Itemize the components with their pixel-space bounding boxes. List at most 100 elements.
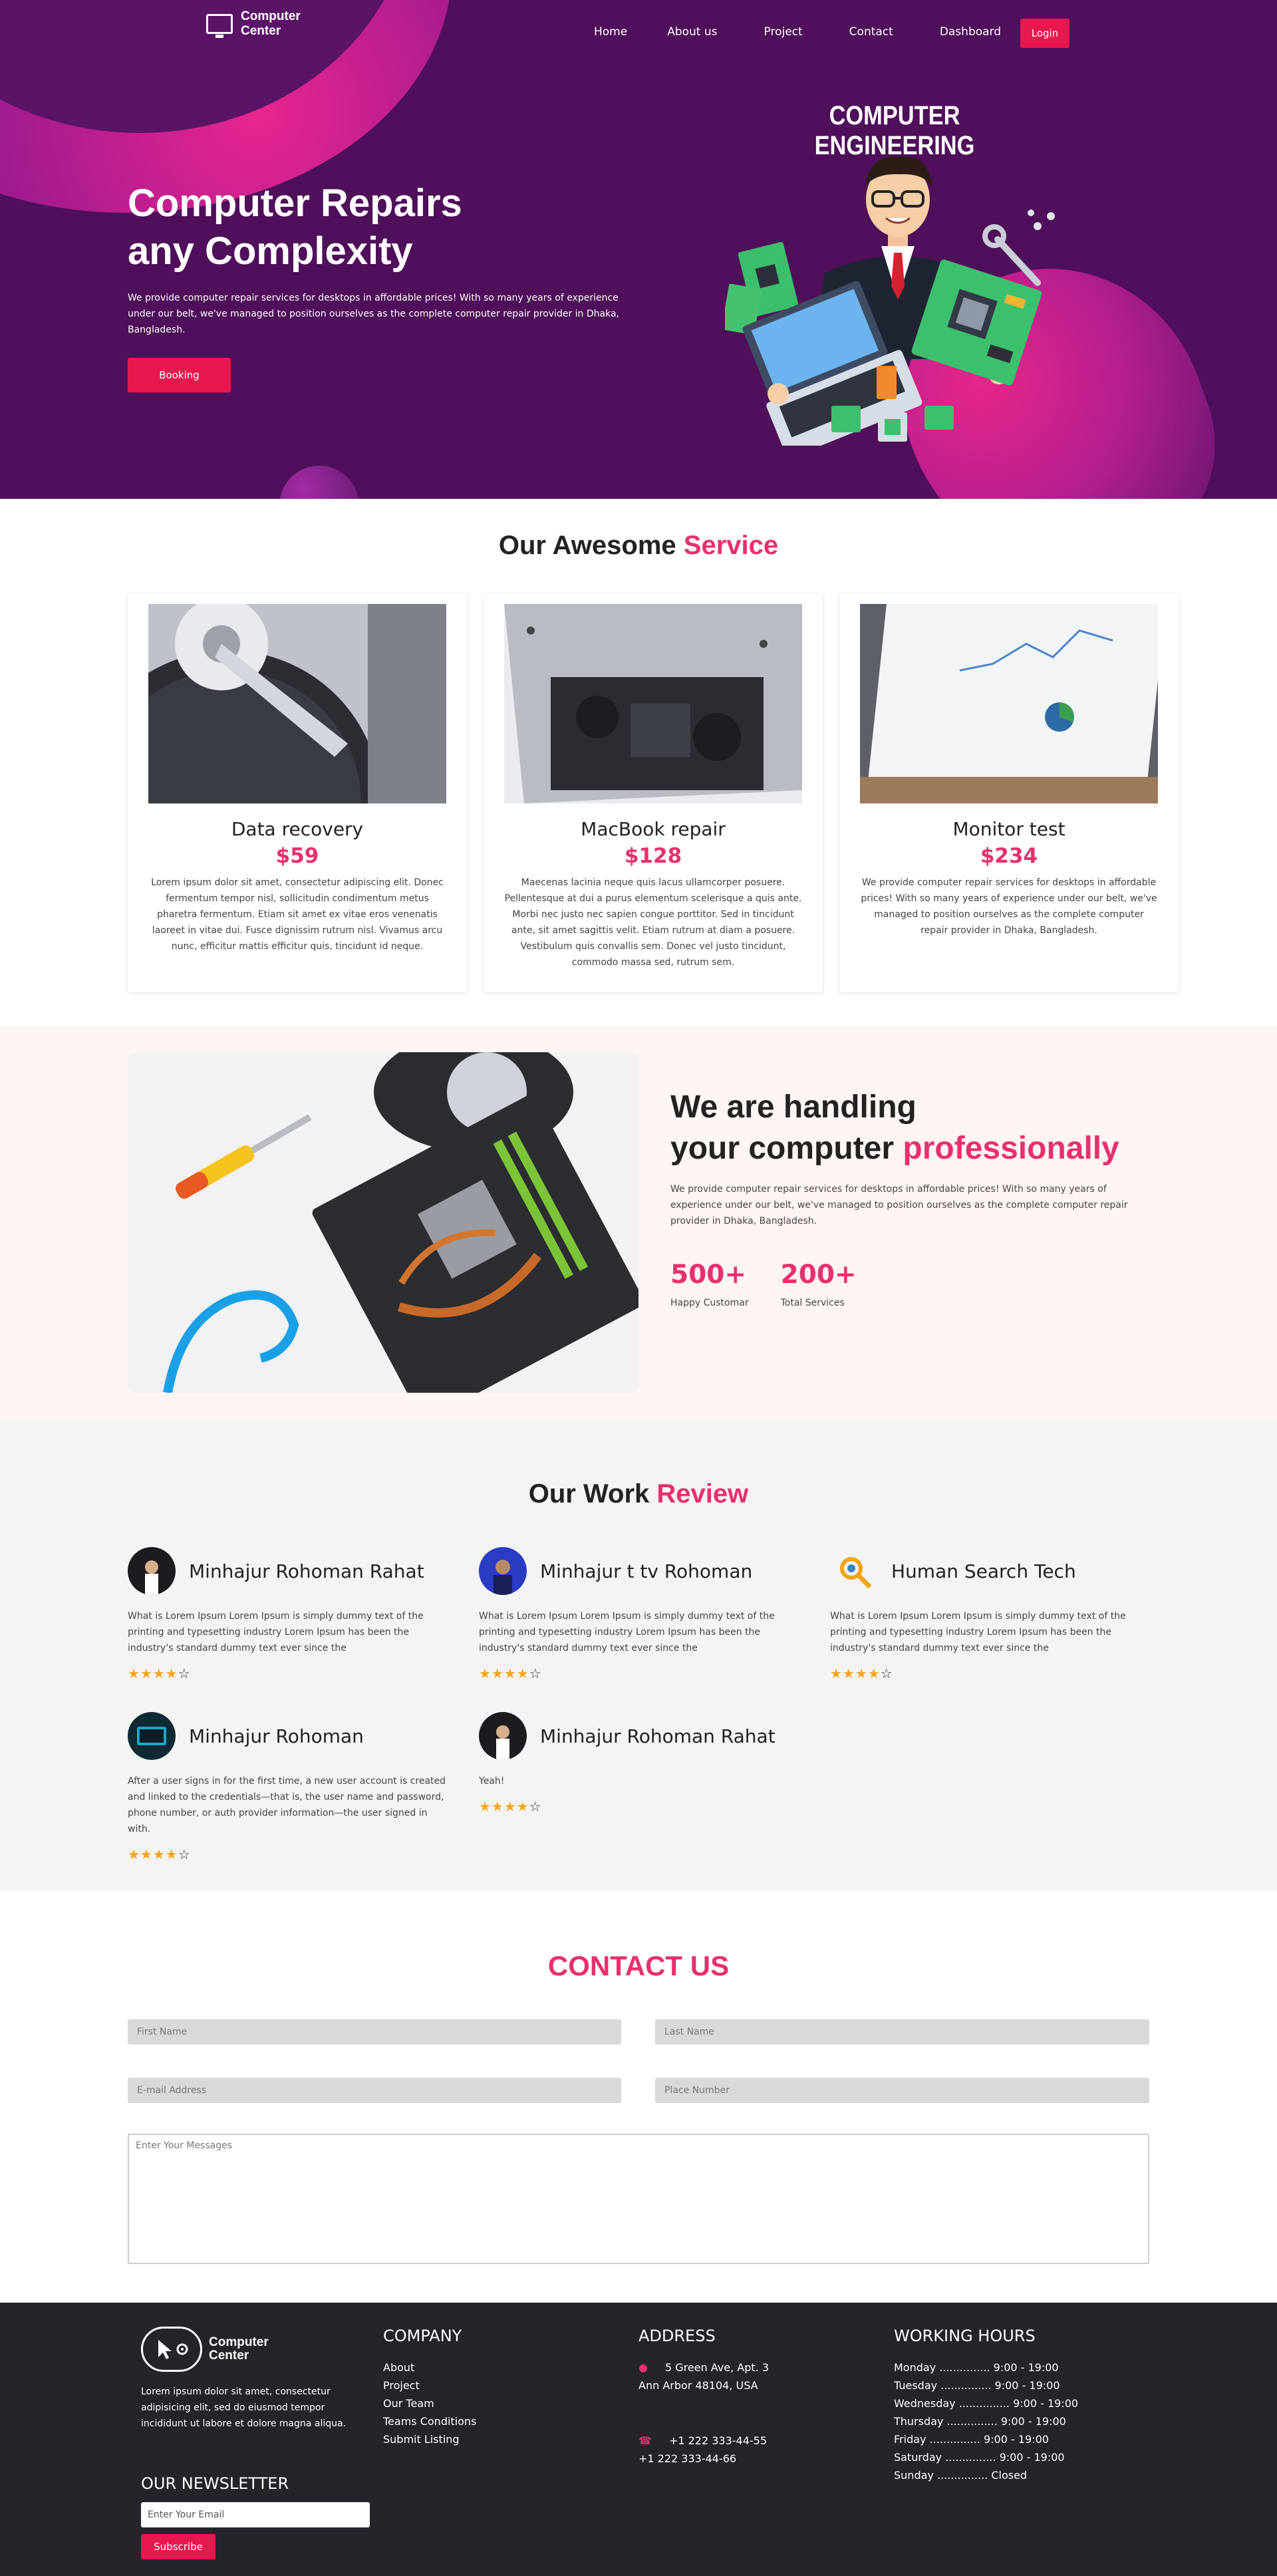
about-section: We are handling your computer profession… xyxy=(0,1026,1277,1419)
about-description: We provide computer repair services for … xyxy=(670,1184,1128,1226)
logo-text-line2: Center xyxy=(241,24,281,38)
motherboard-tools-image xyxy=(128,1052,638,1393)
hero-title-line2: any Complexity xyxy=(128,229,413,273)
hours-row: Thursday ............... 9:00 - 19:00 xyxy=(894,2415,1066,2428)
hours-row: Monday ............... 9:00 - 19:00 xyxy=(894,2361,1059,2374)
service-name: MacBook repair xyxy=(581,818,726,840)
review-text: After a user signs in for the first time… xyxy=(128,1776,446,1834)
illustration-title: COMPUTER ENGINEERING xyxy=(814,101,975,160)
first-name-input[interactable] xyxy=(128,2019,621,2045)
nav-links: Home About us Project Contact Dashboard xyxy=(594,25,1048,39)
reviewer-name: Human Search Tech xyxy=(891,1560,1076,1582)
review-card: Minhajur Rohoman After a user signs in f… xyxy=(128,1712,447,1862)
footer-link-submit-listing[interactable]: Submit Listing xyxy=(383,2430,476,2448)
hero-title: Computer Repairs any Complexity xyxy=(128,180,633,275)
service-card-data-recovery[interactable]: Data recovery $59 Lorem ipsum dolor sit … xyxy=(128,593,467,992)
service-price: $59 xyxy=(275,844,319,868)
service-name: Monitor test xyxy=(952,818,1065,840)
service-price: $234 xyxy=(980,844,1038,868)
service-name: Data recovery xyxy=(231,818,364,840)
service-card-monitor-test[interactable]: Monitor test $234 We provide computer re… xyxy=(839,593,1179,992)
star-rating: ★★★★☆ xyxy=(128,1846,191,1862)
reviewer-name: Minhajur Rohoman Rahat xyxy=(189,1560,424,1582)
logo-text-line1: Computer xyxy=(241,9,301,23)
footer-address: ADDRESS ● 5 Green Ave, Apt. 3 Ann Arbor 4… xyxy=(638,2327,769,2468)
contact-title: CONTACT US xyxy=(547,1950,730,1981)
stats: 500+ Happy Customar 200+ Total Services xyxy=(670,1260,1149,1308)
phone-1[interactable]: +1 222 333-44-55 xyxy=(669,2434,767,2447)
hours-row: Saturday ............... 9:00 - 19:00 xyxy=(894,2451,1065,2464)
reviews-title: Our Work Review xyxy=(528,1479,749,1508)
newsletter-email-input[interactable] xyxy=(141,2502,370,2527)
login-button[interactable]: Login xyxy=(1020,19,1069,48)
nav-project[interactable]: Project xyxy=(764,25,803,39)
monitor-icon xyxy=(206,14,233,38)
nav-contact[interactable]: Contact xyxy=(849,25,893,39)
company-title: COMPANY xyxy=(383,2327,462,2345)
location-pin-icon: ● xyxy=(638,2361,648,2374)
cursor-gear-icon xyxy=(141,2327,202,2372)
macbook-image xyxy=(504,604,802,803)
service-description: We provide computer repair services for … xyxy=(861,877,1157,936)
monitor-image xyxy=(860,604,1158,803)
email-input[interactable] xyxy=(128,2078,621,2103)
footer-link-teams-conditions[interactable]: Teams Conditions xyxy=(383,2412,476,2430)
service-description: Lorem ipsum dolor sit amet, consectetur … xyxy=(151,877,444,952)
hours-title: WORKING HOURS xyxy=(894,2327,1036,2345)
services-title: Our Awesome Service xyxy=(498,531,779,560)
footer-logo[interactable]: Computer Center xyxy=(141,2327,360,2372)
star-rating: ★★★★☆ xyxy=(128,1665,191,1681)
review-card: Minhajur Rohoman Rahat Yeah! ★★★★☆ xyxy=(479,1712,798,1814)
subscribe-button[interactable]: Subscribe xyxy=(141,2534,215,2559)
footer-link-project[interactable]: Project xyxy=(383,2376,476,2394)
hero-title-line1: Computer Repairs xyxy=(128,182,462,225)
review-text: What is Lorem Ipsum Lorem Ipsum is simpl… xyxy=(479,1611,775,1653)
reviews-section: Our Work Review Minhajur Rohoman Rahat W… xyxy=(0,1419,1277,1890)
phone-icon: ☎ xyxy=(638,2434,652,2447)
review-card: Minhajur Rohoman Rahat What is Lorem Ips… xyxy=(128,1547,447,1681)
hours-row: Wednesday ............... 9:00 - 19:00 xyxy=(894,2397,1079,2410)
review-text: What is Lorem Ipsum Lorem Ipsum is simpl… xyxy=(128,1611,424,1653)
review-text: Yeah! xyxy=(479,1776,505,1787)
footer-link-about[interactable]: About xyxy=(383,2359,476,2376)
message-textarea[interactable] xyxy=(128,2134,1149,2264)
footer-link-our-team[interactable]: Our Team xyxy=(383,2394,476,2412)
contact-section: CONTACT US xyxy=(0,1890,1277,2303)
stat-total-services: 200+ Total Services xyxy=(780,1260,857,1308)
service-cards: Data recovery $59 Lorem ipsum dolor sit … xyxy=(128,593,1179,992)
review-card: Human Search Tech What is Lorem Ipsum Lo… xyxy=(830,1547,1149,1681)
hero-content: Computer Repairs any Complexity We provi… xyxy=(128,180,633,392)
last-name-input[interactable] xyxy=(655,2019,1149,2045)
nav-home[interactable]: Home xyxy=(594,25,627,39)
footer-logo-line1: Computer xyxy=(209,2335,269,2349)
phone-input[interactable] xyxy=(655,2078,1149,2103)
newsletter: OUR NEWSLETTER Subscribe xyxy=(141,2474,370,2559)
address-title: ADDRESS xyxy=(638,2327,716,2345)
service-card-macbook-repair[interactable]: MacBook repair $128 Maecenas lacinia neq… xyxy=(484,593,823,992)
hours-row: Sunday ............... Closed xyxy=(894,2469,1028,2482)
hero-section: Computer Center Home About us Project Co… xyxy=(0,0,1277,499)
hours-row: Friday ............... 9:00 - 19:00 xyxy=(894,2433,1049,2446)
service-price: $128 xyxy=(624,844,682,868)
booking-button[interactable]: Booking xyxy=(128,358,231,392)
star-rating: ★★★★☆ xyxy=(830,1665,893,1681)
services-section: Our Awesome Service Data recovery $59 Lo… xyxy=(0,499,1277,1026)
reviewer-name: Minhajur Rohoman Rahat xyxy=(540,1725,776,1747)
review-text: What is Lorem Ipsum Lorem Ipsum is simpl… xyxy=(830,1611,1126,1653)
avatar xyxy=(128,1547,176,1595)
nav-about[interactable]: About us xyxy=(667,25,717,39)
avatar xyxy=(479,1547,527,1595)
reviewer-name: Minhajur t tv Rohoman xyxy=(540,1560,753,1582)
newsletter-title: OUR NEWSLETTER xyxy=(141,2474,289,2493)
address-line2: Ann Arbor 48104, USA xyxy=(638,2379,758,2392)
computer-engineer-illustration xyxy=(725,156,1055,446)
hard-drive-image xyxy=(148,604,446,803)
about-content: We are handling your computer profession… xyxy=(670,1087,1149,1308)
site-logo[interactable]: Computer Center xyxy=(206,9,301,39)
review-card: Minhajur t tv Rohoman What is Lorem Ipsu… xyxy=(479,1547,798,1681)
site-footer: Computer Center Lorem ipsum dolor sit am… xyxy=(0,2303,1277,2576)
decorative-blob xyxy=(279,466,359,499)
phone-2[interactable]: +1 222 333-44-66 xyxy=(638,2450,769,2468)
nav-dashboard[interactable]: Dashboard xyxy=(940,25,1001,39)
footer-company: COMPANY About Project Our Team Teams Con… xyxy=(383,2327,476,2448)
